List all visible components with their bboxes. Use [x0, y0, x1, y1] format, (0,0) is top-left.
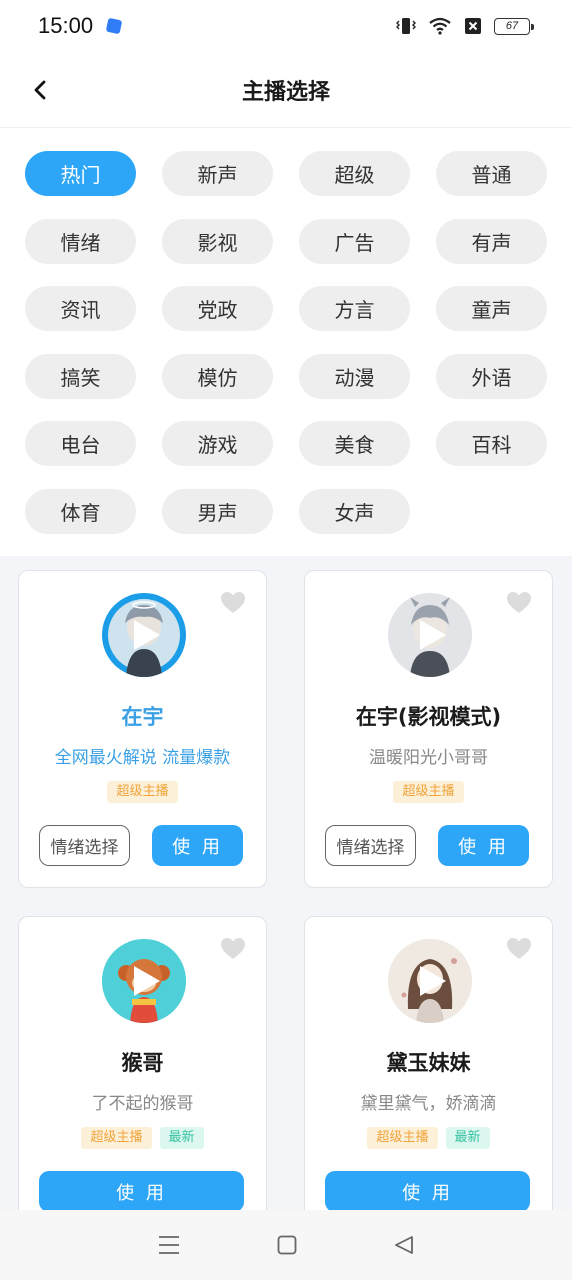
category-chip[interactable]: 百科 [436, 421, 547, 466]
category-chip[interactable]: 电台 [25, 421, 136, 466]
menu-icon[interactable] [158, 1235, 180, 1255]
use-button[interactable]: 使 用 [39, 1171, 244, 1210]
anchor-card[interactable]: 猴哥 了不起的猴哥 超级主播 最新 使 用 [18, 916, 267, 1210]
category-chip[interactable]: 超级 [299, 151, 410, 196]
category-chip[interactable]: 影视 [162, 218, 273, 264]
battery-icon: 67 [494, 17, 534, 35]
anchor-desc: 黛里黛气，娇滴滴 [360, 1094, 497, 1114]
anchor-name: 猴哥 [121, 1051, 164, 1075]
category-panel: 热门 新声 超级 普通 情绪 影视 广告 有声 资讯 党政 方言 童声 搞笑 模… [0, 128, 572, 556]
emotion-select-button[interactable]: 情绪选择 [325, 825, 416, 866]
category-chip-hot[interactable]: 热门 [25, 151, 136, 196]
anchor-desc: 温暖阳光小哥哥 [369, 748, 488, 768]
category-chip[interactable]: 普通 [436, 151, 547, 196]
back-triangle-icon[interactable] [394, 1235, 414, 1255]
anchor-card[interactable]: 黛玉妹妹 黛里黛气，娇滴滴 超级主播 最新 使 用 [304, 916, 553, 1210]
app-notification-icon [105, 17, 123, 35]
no-sim-icon [465, 18, 481, 34]
category-chip[interactable]: 男声 [162, 488, 273, 534]
heart-icon[interactable] [220, 937, 246, 961]
avatar[interactable] [388, 593, 472, 677]
category-chip[interactable]: 新声 [162, 151, 273, 196]
category-chip[interactable]: 童声 [436, 286, 547, 331]
use-button[interactable]: 使 用 [325, 1171, 530, 1210]
category-chip[interactable]: 有声 [436, 218, 547, 264]
back-arrow-icon [34, 80, 46, 100]
vibrate-icon [396, 18, 416, 34]
category-chip[interactable]: 美食 [299, 421, 410, 466]
category-chip[interactable]: 情绪 [25, 218, 136, 264]
category-chip[interactable]: 搞笑 [25, 353, 136, 399]
play-icon[interactable] [132, 618, 162, 652]
category-chip[interactable]: 方言 [299, 286, 410, 331]
tag-new: 最新 [159, 1127, 204, 1149]
tag-row: 超级主播 [305, 781, 552, 803]
anchor-card[interactable]: 在宇(影视模式) 温暖阳光小哥哥 超级主播 情绪选择 使 用 [304, 570, 553, 888]
category-chip[interactable]: 体育 [25, 488, 136, 534]
anchor-name: 在宇 [121, 705, 164, 729]
tag-super-anchor: 超级主播 [393, 781, 464, 803]
tag-super-anchor: 超级主播 [107, 781, 178, 803]
emotion-select-button[interactable]: 情绪选择 [39, 825, 130, 866]
tag-new: 最新 [445, 1127, 490, 1149]
button-row: 情绪选择 使 用 [325, 825, 529, 866]
play-icon[interactable] [132, 964, 162, 998]
anchor-desc: 全网最火解说 流量爆款 [54, 748, 231, 768]
header: 主播选择 [0, 52, 572, 128]
button-row: 情绪选择 使 用 [39, 825, 243, 866]
category-chip[interactable]: 模仿 [162, 353, 273, 399]
tag-super-anchor: 超级主播 [367, 1127, 438, 1149]
heart-icon[interactable] [506, 591, 532, 615]
anchor-name: 黛玉妹妹 [386, 1051, 471, 1075]
wifi-icon [429, 17, 451, 35]
use-button[interactable]: 使 用 [152, 825, 243, 866]
status-bar: 15:00 67 [0, 0, 572, 52]
category-chip[interactable]: 广告 [299, 218, 410, 264]
tag-super-anchor: 超级主播 [81, 1127, 152, 1149]
avatar[interactable] [388, 939, 472, 1023]
home-square-icon[interactable] [277, 1235, 297, 1255]
anchor-desc: 了不起的猴哥 [91, 1094, 194, 1114]
category-chip[interactable]: 游戏 [162, 421, 273, 466]
page-title: 主播选择 [241, 79, 330, 105]
back-button[interactable] [24, 74, 56, 106]
category-chip[interactable]: 党政 [162, 286, 273, 331]
category-chip[interactable]: 女声 [299, 488, 410, 534]
heart-icon[interactable] [220, 591, 246, 615]
use-button[interactable]: 使 用 [438, 825, 529, 866]
play-icon[interactable] [418, 618, 448, 652]
anchor-list[interactable]: 在宇 全网最火解说 流量爆款 超级主播 情绪选择 使 用 在宇(影视模式) 温暖… [0, 556, 572, 1210]
category-grid: 热门 新声 超级 普通 情绪 影视 广告 有声 资讯 党政 方言 童声 搞笑 模… [25, 151, 547, 534]
heart-icon[interactable] [506, 937, 532, 961]
anchor-name: 在宇(影视模式) [355, 705, 502, 729]
battery-level: 67 [505, 20, 519, 32]
play-icon[interactable] [418, 964, 448, 998]
category-chip[interactable]: 动漫 [299, 353, 410, 399]
tag-row: 超级主播 最新 [19, 1127, 266, 1149]
anchor-card[interactable]: 在宇 全网最火解说 流量爆款 超级主播 情绪选择 使 用 [18, 570, 267, 888]
avatar[interactable] [102, 593, 186, 677]
category-chip[interactable]: 资讯 [25, 286, 136, 331]
tag-row: 超级主播 最新 [305, 1127, 552, 1149]
category-chip[interactable]: 外语 [436, 353, 547, 399]
tag-row: 超级主播 [19, 781, 266, 803]
status-time: 15:00 [38, 13, 94, 38]
avatar[interactable] [102, 939, 186, 1023]
system-nav-bar [0, 1210, 572, 1280]
